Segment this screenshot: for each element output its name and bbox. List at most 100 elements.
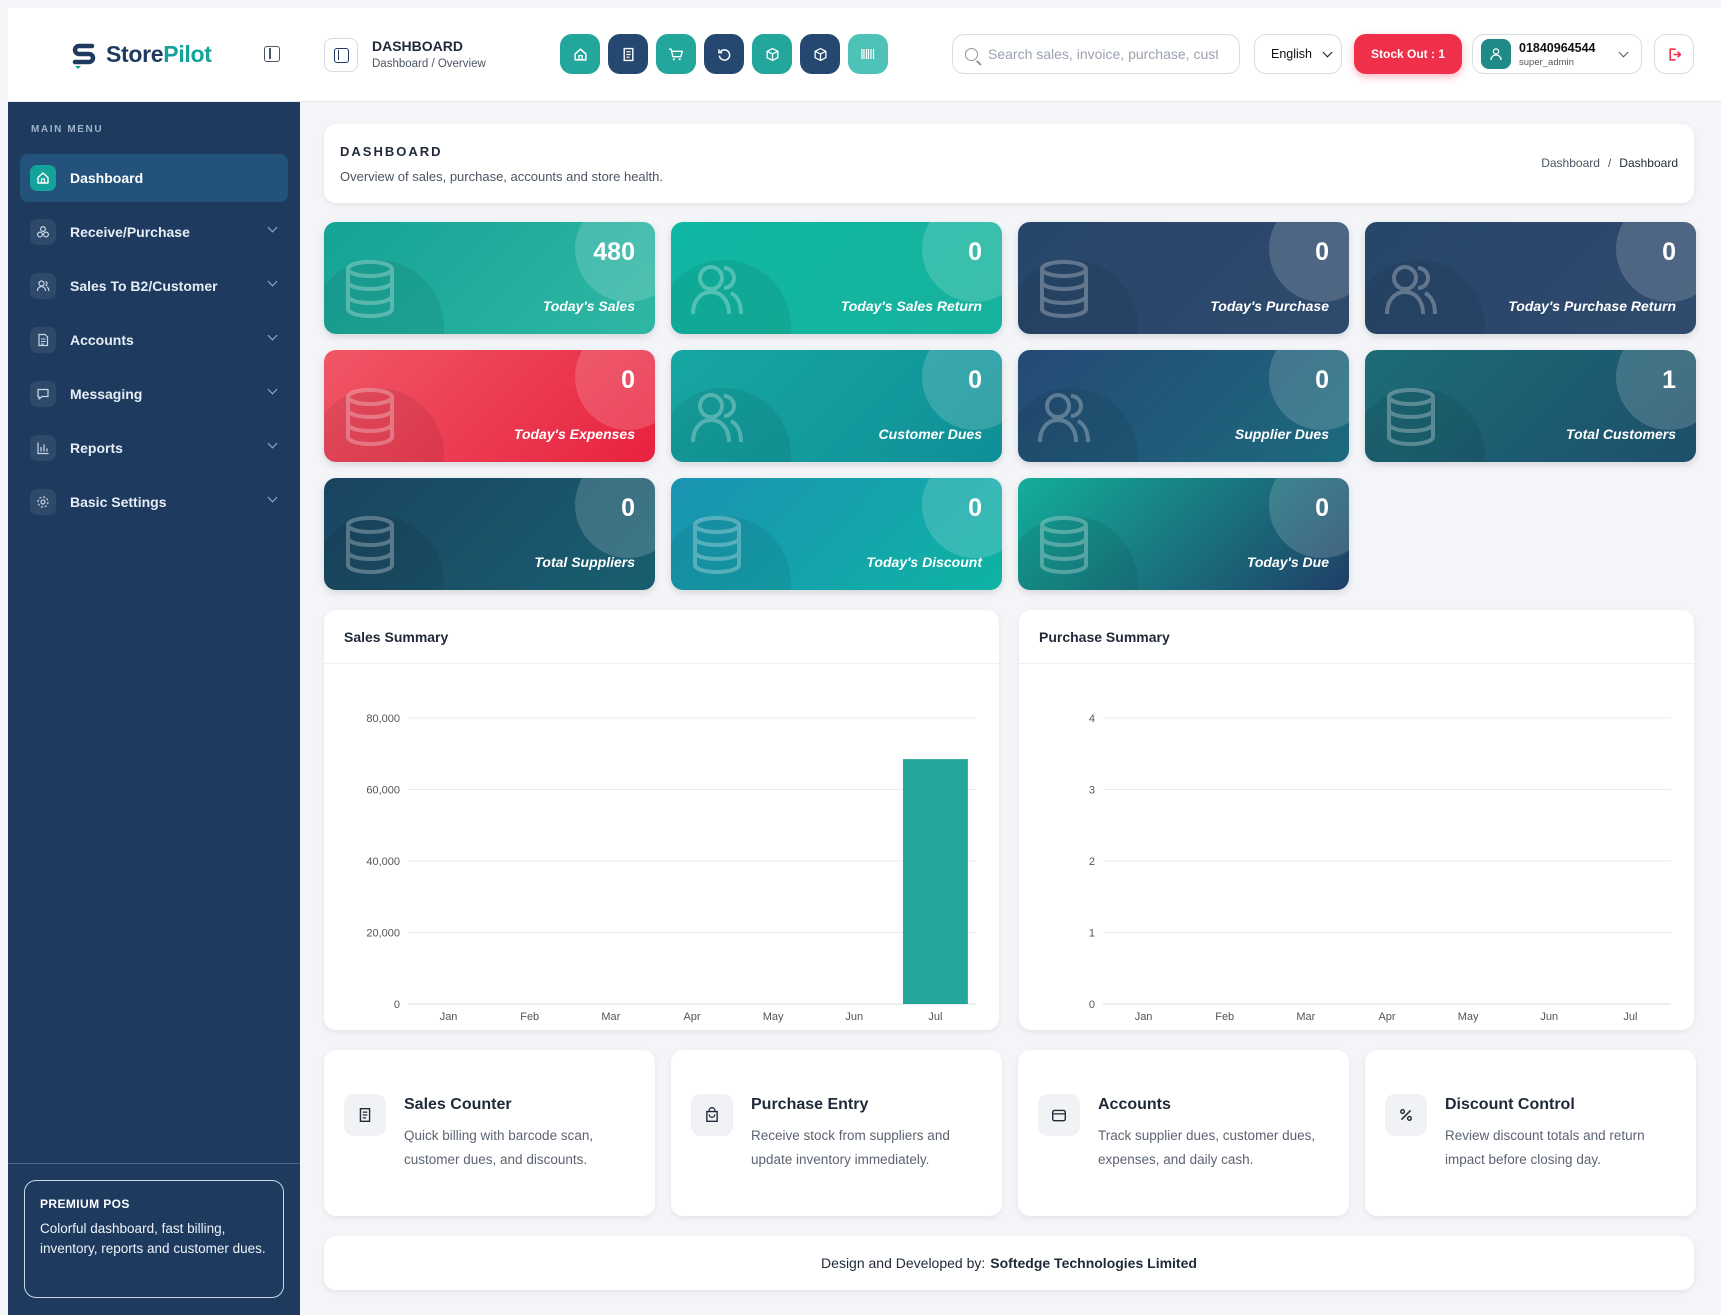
stat-card-todays-purchase-return[interactable]: 0 Today's Purchase Return [1365,222,1696,334]
y-tick-label: 3 [1089,785,1095,797]
x-tick-label: Mar [601,1011,620,1023]
user-role: super_admin [1519,56,1574,68]
sidebar-item-basic-settings[interactable]: Basic Settings [20,478,288,526]
sidebar-item-label: Dashboard [70,170,144,186]
decor-circle [575,350,655,430]
bar-jul [902,759,968,1004]
y-tick-label: 80,000 [366,713,400,725]
quick-cart-button[interactable] [656,34,696,74]
stat-label: Today's Purchase [1210,298,1329,314]
footer-company[interactable]: Softedge Technologies Limited [990,1255,1197,1271]
receipt-icon [344,1094,386,1136]
database-icon [346,388,394,446]
stock-out-button[interactable]: Stock Out : 1 [1354,34,1462,74]
stat-label: Total Suppliers [534,554,635,570]
stat-value: 0 [621,494,635,522]
feature-card-purchase-entry[interactable]: Purchase Entry Receive stock from suppli… [671,1050,1002,1216]
logout-icon [1668,47,1681,61]
feature-card-discount-control[interactable]: Discount Control Review discount totals … [1365,1050,1696,1216]
stat-card-customer-dues[interactable]: 0 Customer Dues [671,350,1002,462]
quick-home-button[interactable] [560,34,600,74]
sidebar-collapse-icon[interactable] [264,46,280,62]
panel-toggle-icon [333,47,349,63]
stat-label: Today's Due [1246,554,1329,570]
decor-circle [1269,222,1349,302]
feature-title: Discount Control [1445,1096,1575,1113]
stat-card-total-suppliers[interactable]: 0 Total Suppliers [324,478,655,590]
database-icon [346,516,394,574]
breadcrumb-current: Dashboard [1619,156,1678,170]
menu-toggle-button[interactable] [324,38,358,72]
stat-card-todays-sales[interactable]: 480 Today's Sales [324,222,655,334]
app-logo-text[interactable]: StorePilot [106,41,212,68]
chat-icon [30,381,56,407]
stat-value: 0 [1315,366,1329,394]
stat-card-todays-sales-return[interactable]: 0 Today's Sales Return [671,222,1002,334]
boxes-icon [30,219,56,245]
footer-prefix: Design and Developed by: [821,1255,986,1271]
stat-card-todays-purchase[interactable]: 0 Today's Purchase [1018,222,1349,334]
x-tick-label: Feb [520,1011,539,1023]
stat-card-todays-discount[interactable]: 0 Today's Discount [671,478,1002,590]
chevron-down-icon [1322,47,1333,58]
sidebar-item-accounts[interactable]: Accounts [20,316,288,364]
quick-damage-stock-button[interactable] [800,34,840,74]
x-tick-label: Jan [1135,1011,1153,1023]
decor-circle [1269,478,1349,558]
stat-card-todays-expenses[interactable]: 0 Today's Expenses [324,350,655,462]
quick-add-stock-button[interactable] [752,34,792,74]
decor-circle [1616,350,1696,430]
sidebar-item-dashboard[interactable]: Dashboard [20,154,288,202]
sidebar-divider [8,1163,300,1164]
main-content: DASHBOARD Overview of sales, purchase, a… [300,102,1721,1315]
language-select[interactable]: English [1254,34,1342,74]
main-menu-title: MAIN MENU [31,124,104,135]
stat-card-total-customers[interactable]: 1 Total Customers [1365,350,1696,462]
user-icon [1490,48,1502,61]
stat-label: Today's Sales Return [840,298,982,314]
quick-return-button[interactable] [704,34,744,74]
purchase-summary-chart: 0 1 2 3 4 Jan Feb Mar Apr May Jun Jul [1089,713,1671,1023]
sidebar-item-messaging[interactable]: Messaging [20,370,288,418]
breadcrumb-home-link[interactable]: Dashboard [1541,156,1600,170]
chevron-down-icon [267,384,278,395]
chevron-down-icon [267,276,278,287]
search-input[interactable] [988,46,1218,62]
home-icon [30,165,56,191]
logo-area: StorePilot [8,8,300,102]
y-tick-label: 20,000 [366,928,400,940]
stat-label: Today's Expenses [513,426,635,442]
sidebar-item-reports[interactable]: Reports [20,424,288,472]
cart-icon [669,47,684,60]
feature-desc: Quick billing with barcode scan, custome… [404,1128,594,1167]
stat-value: 0 [621,366,635,394]
stat-card-supplier-dues[interactable]: 0 Supplier Dues [1018,350,1349,462]
feature-desc: Track supplier dues, customer dues, expe… [1098,1128,1316,1167]
feature-card-sales-counter[interactable]: Sales Counter Quick billing with barcode… [324,1050,655,1216]
decor-circle [922,350,1002,430]
stat-card-todays-due[interactable]: 0 Today's Due [1018,478,1349,590]
sidebar-item-sales[interactable]: Sales To B2/Customer [20,262,288,310]
search-box[interactable] [952,34,1240,74]
language-value: English [1271,47,1312,61]
database-icon [1040,516,1088,574]
user-menu[interactable]: 01840964544 super_admin [1472,34,1642,74]
feature-card-accounts[interactable]: Accounts Track supplier dues, customer d… [1018,1050,1349,1216]
bag-icon [691,1094,733,1136]
logout-button[interactable] [1654,34,1694,74]
quick-barcode-button[interactable] [848,34,888,74]
sidebar-item-receive-purchase[interactable]: Receive/Purchase [20,208,288,256]
premium-desc: Colorful dashboard, fast billing, invent… [40,1221,266,1256]
feature-title: Accounts [1098,1096,1171,1113]
barcode-icon [861,49,875,59]
stat-value: 0 [968,494,982,522]
quick-invoice-button[interactable] [608,34,648,74]
feature-desc: Receive stock from suppliers and update … [751,1128,950,1167]
y-tick-label: 1 [1089,928,1095,940]
y-tick-label: 0 [1089,999,1095,1011]
chevron-down-icon [267,222,278,233]
x-tick-label: Jun [1540,1011,1558,1023]
database-icon [1387,388,1435,446]
sidebar-item-label: Basic Settings [70,494,167,510]
sales-summary-chart: 0 20,000 40,000 60,000 80,000 Jan Feb Mar Apr May… [366,713,976,1023]
